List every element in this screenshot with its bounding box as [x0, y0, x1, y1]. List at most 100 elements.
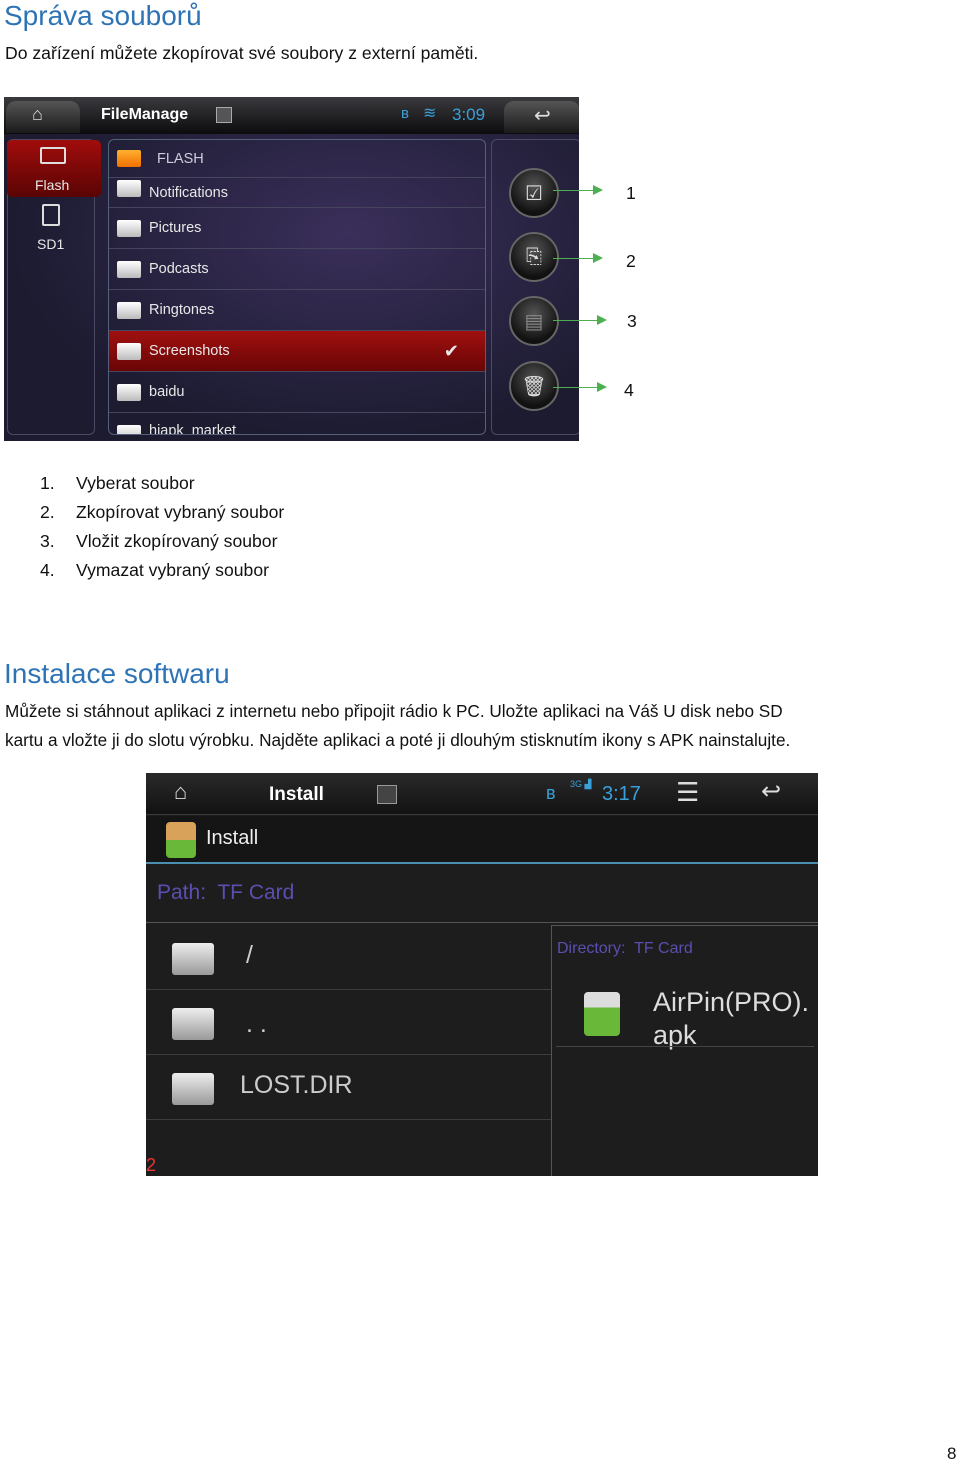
- select-icon: ☑: [525, 182, 543, 205]
- current-folder-header: FLASH: [109, 140, 485, 178]
- callout-number: 3: [627, 311, 637, 331]
- callout-arrow: [553, 185, 603, 195]
- folder-name: Notifications: [149, 184, 228, 201]
- section-title-file-management: Správa souborů: [4, 0, 202, 31]
- android-package-icon: [166, 822, 196, 858]
- folder-icon: [117, 302, 141, 319]
- copy-button: ⎘: [509, 232, 559, 282]
- header-title: Install: [206, 827, 259, 849]
- apk-name-line2: apk: [653, 1020, 697, 1050]
- flash-drive-icon: [40, 147, 66, 164]
- folder-name: Screenshots: [149, 343, 230, 359]
- list-item-root: /: [146, 925, 551, 990]
- sidebar-item-flash: Flash: [7, 140, 101, 197]
- folder-list: FLASH Notifications Pictures Podcasts Ri…: [108, 139, 486, 435]
- step-number: 1.: [40, 473, 55, 493]
- wifi-icon: ≋: [423, 105, 437, 122]
- directory-bar: Directory: TF Card: [557, 940, 693, 958]
- dir-label: Directory:: [557, 940, 626, 957]
- status-bar: ⌂ FileManage ʙ ≋ 3:09 ↩: [4, 97, 579, 134]
- path-bar: Path: TF Card: [157, 881, 294, 905]
- folder-name: Ringtones: [149, 302, 215, 318]
- dir-value: TF Card: [634, 940, 693, 957]
- file-manager-screenshot: ⌂ FileManage ʙ ≋ 3:09 ↩ Flash SD1 FLASH …: [4, 97, 579, 441]
- back-button: ↩: [504, 101, 579, 133]
- list-item: Podcasts: [109, 249, 485, 290]
- clock: 3:17: [602, 783, 641, 805]
- image-icon: [377, 785, 397, 804]
- step-text: Vyberat soubor: [76, 473, 195, 493]
- list-item: LOST.DIR: [146, 1055, 551, 1120]
- apk-icon: [584, 992, 620, 1036]
- menu-icon: ☰: [676, 777, 700, 807]
- bluetooth-icon: ʙ: [401, 105, 409, 122]
- app-header: Install: [146, 816, 818, 864]
- step-number: 4.: [40, 560, 55, 580]
- folder-icon: [117, 220, 141, 237]
- path-value: TF Card: [217, 881, 295, 904]
- intro-text: Do zařízení můžete zkopírovat své soubor…: [5, 43, 479, 63]
- folder-name: hiapk_market: [149, 423, 237, 435]
- clock: 3:09: [452, 105, 486, 124]
- sidebar-label: SD1: [37, 236, 65, 252]
- folder-icon: [117, 261, 141, 278]
- bluetooth-icon: ʙ: [546, 783, 556, 803]
- sd-card-icon: [42, 204, 60, 226]
- apk-name-line1: AirPin(PRO).: [653, 987, 810, 1017]
- trash-icon: 🗑: [521, 375, 547, 398]
- folder-icon: [172, 1073, 214, 1105]
- entry-name: LOST.DIR: [240, 1071, 353, 1099]
- list-item: Notifications: [109, 178, 485, 208]
- callout-arrow: [553, 315, 607, 325]
- folder-name: Podcasts: [149, 261, 209, 277]
- apk-file: AirPin(PRO). apk: [653, 986, 809, 1052]
- signal-icon: 3G ▟: [570, 779, 592, 789]
- list-item: baidu: [109, 372, 485, 413]
- list-item: Ringtones: [109, 290, 485, 331]
- section-title-software-install: Instalace softwaru: [4, 658, 230, 689]
- install-screenshot: ⌂ Install ʙ 3G ▟ 3:17 ☰ ↩ Install Path: …: [146, 773, 818, 1176]
- paste-button: ▤: [509, 296, 559, 346]
- path-label: Path:: [157, 881, 207, 904]
- folder-name: Pictures: [149, 220, 202, 236]
- folder-icon: [117, 425, 141, 434]
- list-item: Pictures: [109, 208, 485, 249]
- folder-icon: [117, 150, 141, 167]
- folder-icon: [117, 180, 141, 197]
- back-arrow-icon: ↩: [534, 105, 551, 127]
- step-text: Vložit zkopírovaný soubor: [76, 531, 278, 551]
- step-number: 3.: [40, 531, 55, 551]
- directory-panel: Directory: TF Card AirPin(PRO). apk: [551, 925, 818, 1176]
- install-text-line2: kartu a vložte ji do slotu výrobku. Najd…: [5, 730, 791, 750]
- home-button: ⌂: [6, 101, 80, 133]
- folder-name: FLASH: [157, 150, 204, 167]
- folder-up-icon: [172, 943, 214, 975]
- home-icon: ⌂: [32, 104, 43, 124]
- image-icon: [216, 107, 232, 123]
- sidebar-label: Flash: [35, 177, 70, 193]
- page-number: 8: [947, 1444, 957, 1463]
- select-button: ☑: [509, 168, 559, 218]
- install-text-line1: Můžete si stáhnout aplikaci z internetu …: [5, 701, 783, 721]
- delete-button: 🗑: [509, 361, 559, 411]
- paste-icon: ▤: [524, 310, 544, 333]
- corner-mark: 2: [146, 1155, 157, 1175]
- list-item: hiapk_market: [109, 413, 485, 435]
- folder-icon: [117, 384, 141, 401]
- app-title: FileManage: [101, 106, 189, 123]
- folder-name: baidu: [149, 384, 185, 400]
- status-bar: ⌂ Install ʙ 3G ▟ 3:17 ☰ ↩: [146, 773, 818, 815]
- callout-number: 2: [626, 251, 636, 271]
- app-title: Install: [269, 784, 324, 805]
- step-text: Zkopírovat vybraný soubor: [76, 502, 285, 522]
- folder-icon: [117, 343, 141, 360]
- callout-number: 4: [624, 380, 634, 400]
- check-icon: ✔: [443, 340, 459, 361]
- step-text: Vymazat vybraný soubor: [76, 560, 269, 580]
- callout-number: 1: [626, 183, 636, 203]
- entry-name: . .: [246, 1010, 267, 1038]
- entry-name: /: [246, 941, 253, 969]
- copy-icon: ⎘: [526, 245, 542, 268]
- list-item-parent: . .: [146, 990, 551, 1055]
- list-item-selected: Screenshots ✔: [109, 331, 485, 372]
